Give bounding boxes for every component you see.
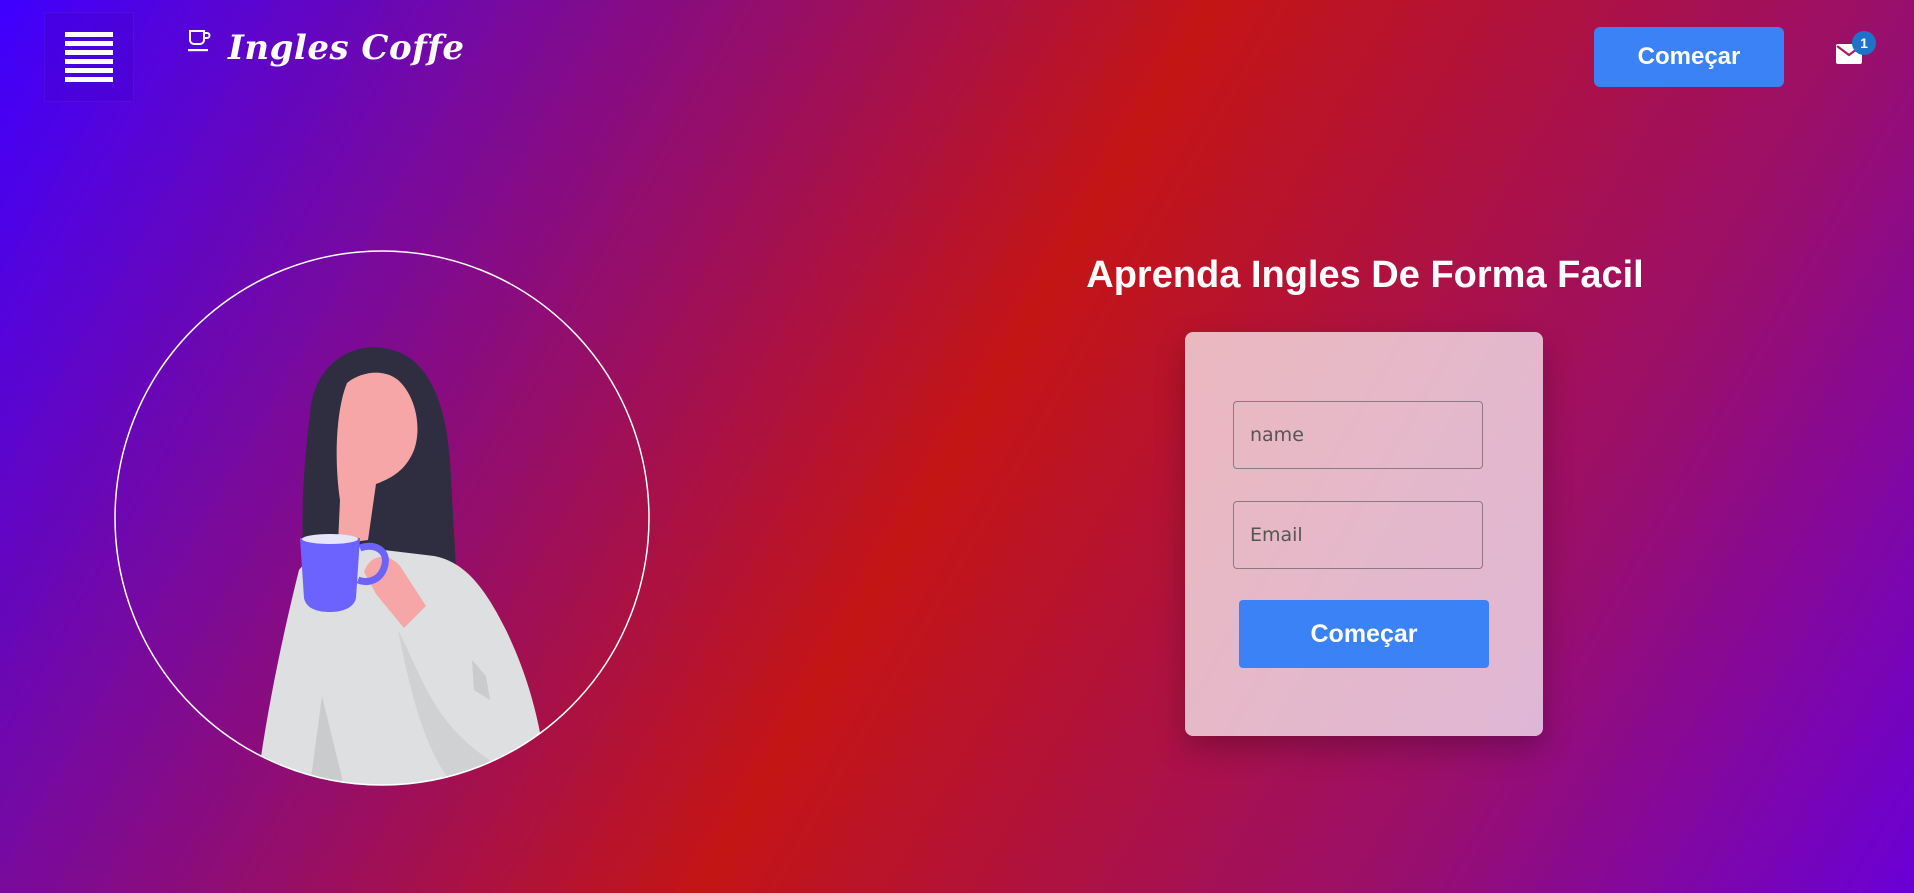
page-title: Aprenda Ingles De Forma Facil bbox=[1086, 254, 1644, 296]
email-input[interactable] bbox=[1233, 501, 1483, 569]
hamburger-menu-icon bbox=[65, 32, 113, 82]
woman-drinking-coffee-illustration bbox=[114, 250, 650, 786]
coffee-cup-icon bbox=[188, 30, 211, 52]
brand-logo[interactable]: Ingles Coffe bbox=[186, 28, 465, 68]
form-start-button[interactable]: Começar bbox=[1239, 600, 1489, 668]
name-input[interactable] bbox=[1233, 401, 1483, 469]
hamburger-menu-button[interactable] bbox=[44, 12, 134, 102]
header-start-button[interactable]: Começar bbox=[1594, 27, 1784, 87]
notification-badge: 1 bbox=[1852, 31, 1876, 55]
brand-name: Ingles Coffe bbox=[228, 28, 465, 68]
signup-form-card: Começar bbox=[1185, 332, 1543, 736]
top-navigation-bar: Ingles Coffe Começar 1 bbox=[0, 0, 1914, 112]
